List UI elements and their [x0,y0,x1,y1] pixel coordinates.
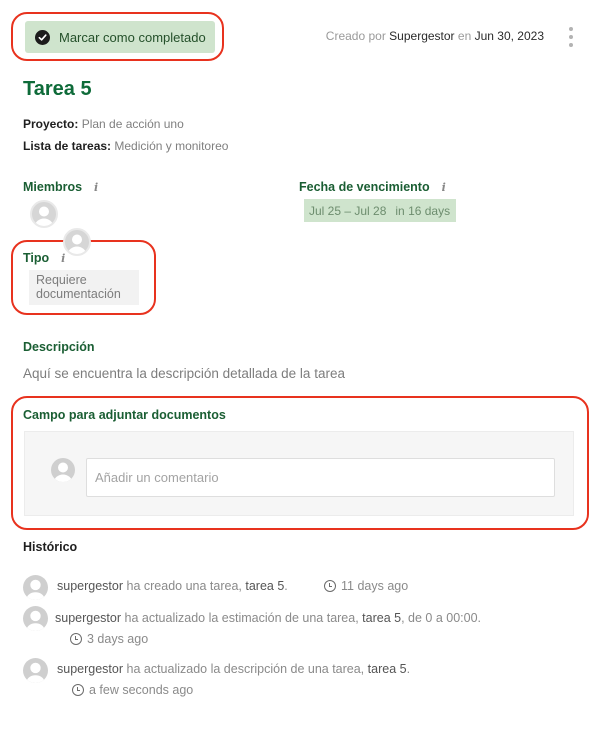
history-entry: supergestor ha actualizado la descripció… [57,662,411,676]
member-avatar[interactable] [30,200,58,228]
due-date-label: Fecha de vencimiento i [299,180,446,194]
task-list-row: Lista de tareas: Medición y monitoreo [23,139,229,153]
description-label: Descripción [23,340,95,354]
history-time: 3 days ago [70,632,148,646]
history-user[interactable]: supergestor [55,611,121,625]
history-entry: supergestor ha creado una tarea, tarea 5… [57,579,288,593]
history-avatar [23,606,48,631]
history-label: Histórico [23,540,78,554]
type-tag[interactable]: Requiere documentación [29,270,139,305]
history-avatar [23,658,48,683]
kebab-menu-icon[interactable] [566,27,576,47]
clock-icon [324,580,336,592]
history-user[interactable]: supergestor [57,579,123,593]
description-text[interactable]: Aquí se encuentra la descripción detalla… [23,366,345,381]
attachments-label: Campo para adjuntar documentos [23,408,226,422]
user-silhouette-icon [68,234,86,254]
history-user[interactable]: supergestor [57,662,123,676]
mark-complete-label: Marcar como completado [59,29,206,45]
comment-input[interactable] [86,458,555,497]
created-info: Creado por Supergestor en Jun 30, 2023 [325,29,544,43]
type-label: Tipo i [23,251,66,265]
info-icon[interactable]: i [61,252,65,265]
project-row: Proyecto: Plan de acción uno [23,117,184,131]
due-date-range: Jul 25 – Jul 28 [309,203,387,218]
mark-complete-button[interactable]: Marcar como completado [25,21,215,53]
check-circle-icon [35,29,50,45]
user-silhouette-icon [26,662,45,683]
due-date-relative: in 16 days [395,203,451,218]
member-avatar[interactable] [63,228,91,256]
history-avatar [23,575,48,600]
creator-name[interactable]: Supergestor [389,29,454,43]
user-silhouette-icon [54,462,72,482]
commenter-avatar [51,458,75,482]
history-target[interactable]: tarea 5 [245,579,284,593]
due-date-badge[interactable]: Jul 25 – Jul 28 in 16 days [304,199,456,222]
project-link[interactable]: Plan de acción uno [82,117,184,131]
history-time: a few seconds ago [72,683,193,697]
clock-icon [70,633,82,645]
info-icon[interactable]: i [94,181,98,194]
history-target[interactable]: tarea 5 [362,611,401,625]
created-date: Jun 30, 2023 [474,29,544,43]
clock-icon [72,684,84,696]
history-entry: supergestor ha actualizado la estimación… [55,611,482,625]
info-icon[interactable]: i [442,181,446,194]
user-silhouette-icon [35,206,53,226]
history-time: 11 days ago [324,579,408,593]
user-silhouette-icon [26,579,45,600]
task-list-link[interactable]: Medición y monitoreo [114,139,228,153]
user-silhouette-icon [26,610,45,631]
members-label: Miembros i [23,180,99,194]
history-target[interactable]: tarea 5 [368,662,407,676]
task-title: Tarea 5 [23,78,92,100]
